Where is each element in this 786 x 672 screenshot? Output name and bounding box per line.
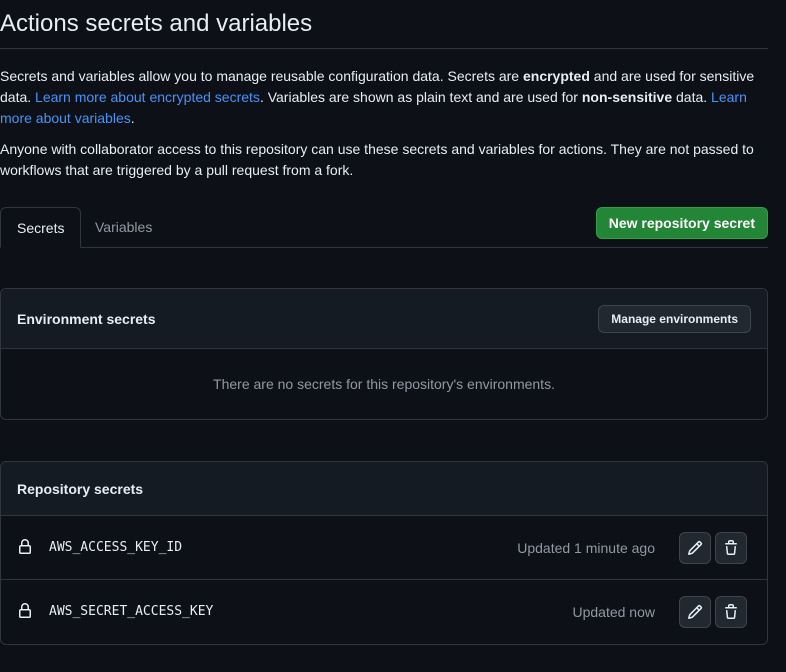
secret-updated-time: Updated now bbox=[572, 604, 655, 620]
tab-variables[interactable]: Variables bbox=[79, 207, 168, 247]
tab-bar: Secrets Variables New repository secret bbox=[0, 207, 768, 248]
page-title: Actions secrets and variables bbox=[0, 0, 768, 49]
secret-updated-time: Updated 1 minute ago bbox=[517, 540, 655, 556]
delete-secret-button[interactable] bbox=[715, 596, 747, 628]
learn-more-encrypted-secrets-link[interactable]: Learn more about encrypted secrets bbox=[35, 89, 260, 105]
environment-secrets-empty-text: There are no secrets for this repository… bbox=[213, 376, 555, 392]
lock-icon bbox=[17, 603, 33, 619]
environment-secrets-header: Environment secrets Manage environments bbox=[1, 289, 767, 349]
lock-icon bbox=[17, 539, 33, 555]
tab-secrets[interactable]: Secrets bbox=[0, 207, 82, 248]
page: Actions secrets and variables Secrets an… bbox=[0, 0, 768, 645]
secret-name: AWS_ACCESS_KEY_ID bbox=[49, 540, 183, 555]
intro-bold-encrypted: encrypted bbox=[522, 68, 590, 84]
intro-paragraph-1: Secrets and variables allow you to manag… bbox=[0, 66, 768, 129]
repository-secrets-box: Repository secrets AWS_ACCESS_KEY_ID Upd… bbox=[0, 461, 768, 645]
trash-icon bbox=[723, 540, 739, 556]
pencil-icon bbox=[687, 540, 703, 556]
delete-secret-button[interactable] bbox=[715, 532, 747, 564]
edit-secret-button[interactable] bbox=[679, 596, 711, 628]
intro-text: . bbox=[130, 110, 135, 126]
environment-secrets-box: Environment secrets Manage environments … bbox=[0, 288, 768, 420]
environment-secrets-title: Environment secrets bbox=[17, 311, 156, 327]
new-repository-secret-button[interactable]: New repository secret bbox=[595, 207, 768, 239]
secret-name: AWS_SECRET_ACCESS_KEY bbox=[49, 604, 214, 619]
repository-secrets-title: Repository secrets bbox=[17, 481, 144, 497]
repository-secrets-header: Repository secrets bbox=[1, 462, 767, 516]
intro-text: data. bbox=[672, 89, 712, 105]
intro-text: . Variables are shown as plain text and … bbox=[259, 89, 582, 105]
intro-paragraph-2: Anyone with collaborator access to this … bbox=[0, 141, 754, 178]
manage-environments-button[interactable]: Manage environments bbox=[598, 305, 751, 333]
trash-icon bbox=[723, 604, 739, 620]
secret-row: AWS_ACCESS_KEY_ID Updated 1 minute ago bbox=[1, 516, 767, 580]
intro-text: Secrets and variables allow you to manag… bbox=[0, 68, 523, 84]
secret-row: AWS_SECRET_ACCESS_KEY Updated now bbox=[1, 580, 767, 644]
pencil-icon bbox=[687, 604, 703, 620]
edit-secret-button[interactable] bbox=[679, 532, 711, 564]
intro-bold-non-sensitive: non-sensitive bbox=[581, 89, 673, 105]
